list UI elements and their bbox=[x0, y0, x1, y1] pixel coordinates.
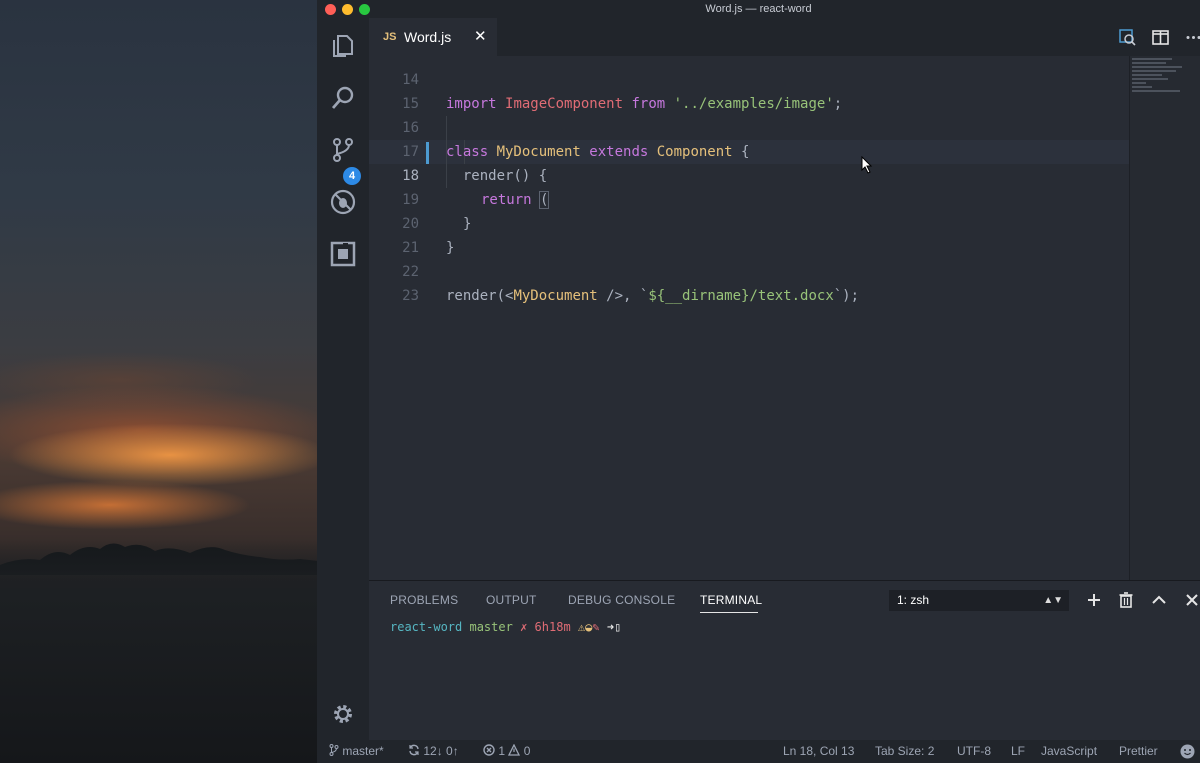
tab-size[interactable]: Tab Size: 2 bbox=[875, 740, 934, 763]
split-editor-icon[interactable] bbox=[1152, 29, 1169, 46]
maximize-window-button[interactable] bbox=[359, 4, 370, 15]
title-bar: Word.js — react-word bbox=[317, 0, 1200, 18]
prompt-time: 6h18m bbox=[534, 620, 571, 634]
debug-icon[interactable] bbox=[329, 188, 357, 216]
branch-name: master* bbox=[342, 744, 384, 758]
error-icon bbox=[483, 744, 495, 756]
git-branch-icon bbox=[329, 744, 339, 756]
desktop-wallpaper bbox=[0, 0, 318, 763]
code-line: 14 import ImageComponent from '../exampl… bbox=[369, 44, 1129, 112]
code-line: 18 return ( bbox=[369, 140, 1129, 209]
sync-counts: 12↓ 0↑ bbox=[423, 744, 459, 758]
more-actions-icon[interactable] bbox=[1185, 29, 1200, 46]
prompt-dirty-icon: ✗ bbox=[520, 620, 528, 634]
extensions-icon[interactable] bbox=[329, 240, 357, 268]
close-window-button[interactable] bbox=[325, 4, 336, 15]
branch-status[interactable]: master* bbox=[329, 740, 384, 763]
line-content: render(<MyDocument />, `${__dirname}/tex… bbox=[446, 288, 860, 304]
activity-bar: 4 bbox=[317, 18, 369, 740]
explorer-icon[interactable] bbox=[329, 32, 357, 60]
language-mode[interactable]: JavaScript bbox=[1041, 740, 1097, 763]
tab-problems[interactable]: PROBLEMS bbox=[390, 593, 458, 607]
source-control-badge: 4 bbox=[343, 167, 361, 185]
maximize-panel-icon[interactable] bbox=[1151, 592, 1167, 608]
bottom-panel: PROBLEMS OUTPUT DEBUG CONSOLE TERMINAL 1… bbox=[369, 580, 1200, 740]
formatter-status[interactable]: Prettier bbox=[1119, 740, 1158, 763]
encoding[interactable]: UTF-8 bbox=[957, 740, 991, 763]
minimize-window-button[interactable] bbox=[342, 4, 353, 15]
warning-count: 0 bbox=[523, 744, 531, 758]
code-line: 21 bbox=[369, 212, 1129, 256]
code-line: 16 class MyDocument extends Component { bbox=[369, 92, 1129, 160]
error-count: 1 bbox=[498, 744, 506, 758]
warning-icon bbox=[508, 743, 521, 756]
prompt-edit-icon: ✎ bbox=[592, 620, 600, 634]
tab-debug-console[interactable]: DEBUG CONSOLE bbox=[568, 593, 675, 607]
prompt-arrow-icon: ➜ bbox=[606, 620, 615, 634]
code-editor[interactable]: 14 import ImageComponent from '../exampl… bbox=[369, 56, 1129, 580]
code-line: 17 render() { bbox=[369, 116, 1129, 184]
prompt-branch: master bbox=[469, 620, 513, 634]
terminal-cursor: ▯ bbox=[614, 620, 622, 634]
prompt-directory: react-word bbox=[390, 620, 463, 634]
sync-icon bbox=[409, 744, 419, 756]
problems-status[interactable]: 1 0 bbox=[483, 740, 530, 763]
gear-icon[interactable] bbox=[329, 700, 357, 728]
active-tab-indicator bbox=[700, 612, 758, 613]
window-title: Word.js — react-word bbox=[705, 3, 812, 15]
sync-status[interactable]: 12↓ 0↑ bbox=[408, 740, 459, 763]
code-line: 23 bbox=[369, 260, 1129, 304]
editor-window: Word.js — react-word 4 JS Word.js ✕ 14 i… bbox=[317, 0, 1200, 763]
source-control-icon[interactable] bbox=[329, 136, 357, 164]
code-line: 15 bbox=[369, 68, 1129, 112]
tab-output[interactable]: OUTPUT bbox=[486, 593, 537, 607]
code-line: 20 } bbox=[369, 188, 1129, 256]
mouse-pointer-icon bbox=[861, 156, 873, 174]
select-arrows-icon: ▲▼ bbox=[1043, 595, 1063, 606]
prompt-status-icons: ⚠◒ bbox=[577, 620, 593, 634]
code-line: 22 render(<MyDocument />, `${__dirname}/… bbox=[369, 236, 1129, 304]
new-terminal-icon[interactable] bbox=[1086, 592, 1102, 608]
line-number: 23 bbox=[402, 288, 419, 304]
minimap[interactable] bbox=[1129, 56, 1200, 580]
trash-icon[interactable] bbox=[1118, 592, 1134, 608]
status-bar: master* 12↓ 0↑ 1 0 Ln 18, Col 13 Tab Siz… bbox=[317, 740, 1200, 763]
terminal-select[interactable]: 1: zsh ▲▼ bbox=[889, 590, 1069, 611]
tab-terminal[interactable]: TERMINAL bbox=[700, 593, 762, 607]
feedback-smiley-icon[interactable] bbox=[1180, 744, 1195, 759]
code-line: 19 } bbox=[369, 164, 1129, 232]
landscape-hills bbox=[0, 540, 318, 763]
line-ending[interactable]: LF bbox=[1011, 740, 1025, 763]
close-panel-icon[interactable] bbox=[1184, 592, 1200, 608]
cursor-position[interactable]: Ln 18, Col 13 bbox=[783, 740, 854, 763]
terminal-select-value: 1: zsh bbox=[897, 593, 930, 607]
search-icon[interactable] bbox=[329, 84, 357, 112]
terminal-prompt[interactable]: react-word master ✗ 6h18m ⚠◒✎ ➜▯ bbox=[390, 620, 621, 634]
